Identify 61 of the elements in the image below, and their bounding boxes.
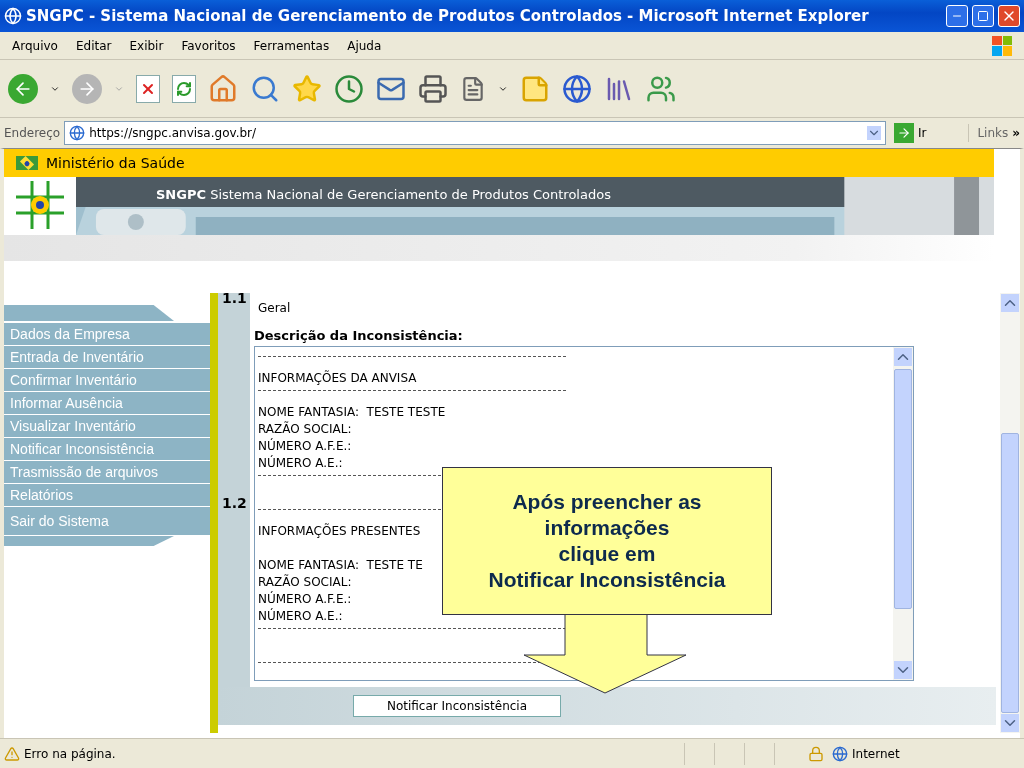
scrollbar[interactable] [893, 347, 913, 680]
star-icon[interactable] [292, 73, 322, 104]
menu-item[interactable]: Exibir [129, 36, 164, 55]
description-line: NÚMERO A.E.: [258, 456, 343, 470]
description-line: RAZÃO SOCIAL: [258, 422, 352, 436]
clock-icon[interactable] [334, 73, 364, 104]
links-label[interactable]: Links [968, 124, 1009, 142]
warning-icon[interactable] [4, 745, 20, 762]
banner-title: SNGPC Sistema Nacional de Gerenciamento de Produtos Controlados [156, 187, 611, 202]
minimize-button[interactable] [946, 5, 968, 27]
description-line: RAZÃO SOCIAL: [258, 575, 352, 589]
section-number: 1.2 [218, 320, 250, 687]
globe-icon[interactable] [562, 73, 592, 104]
section-number: 1.1 [218, 293, 250, 320]
home-icon[interactable] [208, 73, 238, 104]
ministry-title: Ministério da Saúde [46, 153, 185, 173]
description-heading: Descrição da Inconsistência: [254, 327, 464, 345]
document-icon[interactable] [460, 75, 486, 102]
menu-item[interactable]: Favoritos [181, 36, 236, 55]
browser-icon [4, 7, 22, 25]
description-line: INFORMAÇÕES DA ANVISA [258, 371, 417, 385]
menu-item[interactable]: Arquivo [12, 36, 58, 55]
scrollbar-thumb[interactable] [894, 369, 912, 609]
status-message: Erro na página. [24, 745, 117, 763]
maximize-button[interactable] [972, 5, 994, 27]
windows-logo-icon [992, 35, 1012, 56]
stop-icon[interactable] [136, 74, 160, 103]
description-line: NÚMERO A.F.E.: [258, 439, 352, 453]
callout-note: Após preencher as informações clique em Notificar Inconsistência [442, 467, 772, 615]
address-field[interactable]: https://sngpc.anvisa.gov.br/ [64, 121, 886, 145]
description-line: NÚMERO A.F.E.: [258, 592, 352, 606]
more-chevron[interactable]: » [1012, 124, 1020, 142]
menu-item[interactable]: Ajuda [347, 36, 382, 55]
description-line: NÚMERO A.E.: [258, 609, 343, 623]
flag-icon [16, 156, 38, 170]
zone-label: Internet [852, 745, 900, 763]
scrollbar-thumb[interactable] [1001, 433, 1019, 713]
close-button[interactable] [998, 5, 1020, 27]
scroll-up-icon[interactable] [894, 348, 912, 366]
address-label: Endereço [4, 125, 61, 142]
submit-button[interactable]: Notificar Inconsistência [353, 695, 561, 717]
globe-icon [832, 745, 848, 762]
menu-item[interactable]: Editar [75, 36, 112, 55]
maximize-icon [977, 10, 989, 22]
scroll-down-icon[interactable] [894, 661, 912, 679]
section-text: Geral [257, 300, 291, 317]
refresh-icon[interactable] [172, 74, 196, 103]
lock-icon [808, 745, 824, 762]
scroll-up-icon[interactable] [1001, 294, 1019, 312]
page-scrollbar[interactable] [1000, 293, 1020, 733]
printer-icon[interactable] [418, 73, 448, 104]
description-line: NOME FANTASIA: TESTE TE [258, 558, 423, 572]
dropdown-icon[interactable] [866, 126, 881, 140]
description-line: NOME FANTASIA: TESTE TESTE [258, 405, 446, 419]
scroll-down-icon[interactable] [1001, 714, 1019, 732]
arrow-icon [896, 126, 911, 140]
menu-item[interactable]: Ferramentas [253, 36, 330, 55]
globe-icon [69, 125, 86, 141]
back-icon[interactable] [8, 73, 38, 104]
window-title: SNGPC - Sistema Nacional de Gerenciamento de Produtos Controlados - Microsoft Internet Explorer [26, 5, 870, 27]
description-line: INFORMAÇÕES PRESENTES [258, 524, 421, 538]
